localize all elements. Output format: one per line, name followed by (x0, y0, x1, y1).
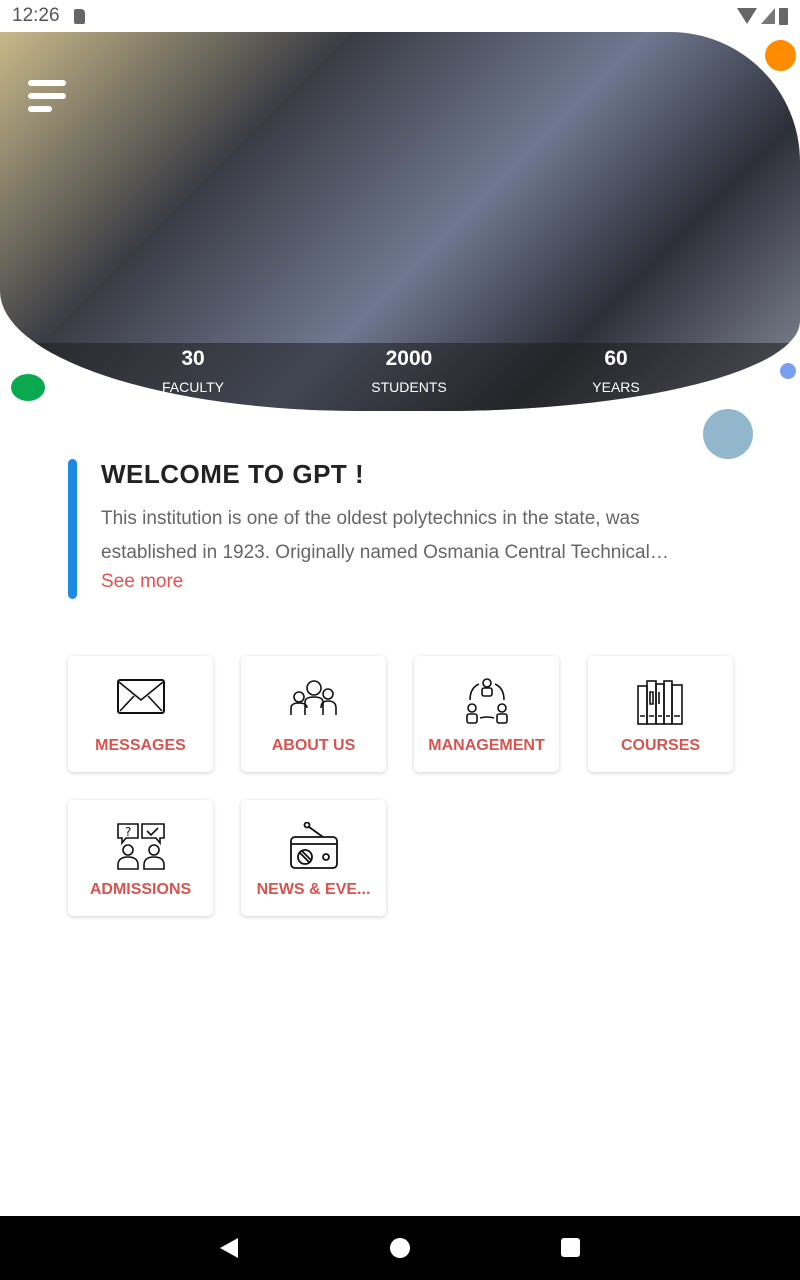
wifi-icon (737, 8, 757, 24)
status-bar: 12:26 (0, 0, 800, 32)
stat-years: 60 YEARS (592, 347, 640, 395)
hero-banner: 30 FACULTY 2000 STUDENTS 60 YEARS (0, 32, 800, 411)
stat-faculty: 30 FACULTY (162, 347, 224, 395)
management-cycle-icon (465, 678, 508, 724)
envelope-icon (116, 679, 165, 714)
battery-icon (779, 7, 788, 25)
decor-dot-grey-blue (703, 409, 753, 459)
tile-about-us[interactable]: ABOUT US (241, 656, 386, 772)
tile-news-events[interactable]: NEWS & EVE... (241, 800, 386, 916)
stat-students: 2000 STUDENTS (371, 347, 447, 395)
welcome-description: This institution is one of the oldest po… (101, 508, 669, 563)
status-time: 12:26 (12, 5, 60, 26)
home-button[interactable] (390, 1238, 410, 1258)
decor-dot-orange (765, 40, 796, 71)
question-answer-icon: ? (116, 823, 165, 870)
tile-management[interactable]: MANAGEMENT (414, 656, 559, 772)
group-icon (289, 680, 337, 715)
menu-button[interactable] (28, 80, 66, 112)
back-button[interactable] (220, 1238, 238, 1258)
stats-bar: 30 FACULTY 2000 STUDENTS 60 YEARS (16, 343, 800, 411)
recents-button[interactable] (561, 1238, 580, 1257)
welcome-title: WELCOME TO GPT ! (101, 459, 365, 489)
cell-signal-icon (761, 8, 775, 24)
svg-text:?: ? (125, 825, 131, 839)
books-icon (636, 680, 683, 725)
sd-card-icon (73, 8, 85, 24)
decor-dot-blue (780, 363, 796, 379)
tile-messages[interactable]: MESSAGES (68, 656, 213, 772)
radio-icon (289, 822, 338, 869)
accent-bar (68, 459, 77, 599)
tile-admissions[interactable]: ? ADMISSIONS (68, 800, 213, 916)
see-more-link[interactable]: See more (101, 571, 183, 593)
decor-dot-green (11, 374, 45, 401)
navigation-bar (0, 1216, 800, 1280)
tile-courses[interactable]: COURSES (588, 656, 733, 772)
